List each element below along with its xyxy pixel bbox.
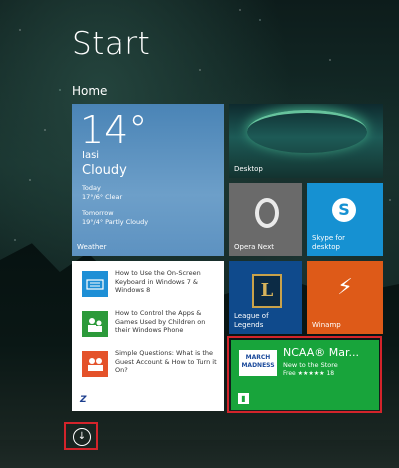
arrow-down-circle-icon: ↓ [73, 428, 91, 446]
winamp-icon: ⚡ [337, 275, 353, 300]
weather-condition: Cloudy [82, 163, 127, 178]
news-item-keyboard[interactable]: How to Use the On-Screen Keyboard in Win… [82, 269, 222, 305]
weather-temperature: 14° [80, 108, 148, 152]
news-item-text: Simple Questions: What is the Guest Acco… [115, 349, 217, 374]
lol-tile-label: League of Legends [234, 312, 269, 329]
all-apps-button[interactable]: ↓ [64, 422, 98, 450]
news-item-text: How to Control the Apps & Games Used by … [115, 309, 206, 334]
family-icon [82, 311, 108, 337]
store-icon: ▮ [238, 393, 249, 404]
news-brand-logo: Z [80, 395, 87, 405]
winamp-tile[interactable]: ⚡ Winamp [307, 261, 383, 334]
keyboard-icon [82, 271, 108, 297]
skype-tile-label: Skype for desktop [312, 234, 345, 251]
ncaa-title: NCAA® Mar... [283, 346, 359, 359]
ncaa-subtitle: New to the Store [283, 361, 338, 369]
weather-tile-label: Weather [77, 243, 107, 251]
league-of-legends-icon: L [252, 274, 282, 308]
ncaa-rating: Free ★★★★★ 18 [283, 370, 335, 377]
winamp-tile-label: Winamp [312, 321, 341, 329]
skype-icon: S [332, 198, 356, 222]
news-item-children-apps[interactable]: How to Control the Apps & Games Used by … [82, 309, 222, 345]
weather-tomorrow-label: Tomorrow [82, 209, 114, 217]
desktop-tile-label: Desktop [234, 165, 263, 173]
skype-tile[interactable]: S Skype for desktop [307, 183, 383, 256]
weather-today-label: Today [82, 184, 101, 192]
news-item-text: How to Use the On-Screen Keyboard in Win… [115, 269, 201, 294]
opera-next-tile[interactable]: Opera Next [229, 183, 302, 256]
ncaa-store-tile[interactable]: MARCH MADNESS NCAA® Mar... New to the St… [231, 340, 379, 410]
opera-tile-label: Opera Next [234, 243, 274, 251]
league-of-legends-tile[interactable]: L League of Legends [229, 261, 302, 334]
users-icon [82, 351, 108, 377]
page-title: Start [72, 26, 151, 62]
news-tile[interactable]: How to Use the On-Screen Keyboard in Win… [72, 261, 224, 411]
group-title-home[interactable]: Home [72, 84, 107, 98]
weather-tile[interactable]: 14° Iasi Cloudy Today 17°/6° Clear Tomor… [72, 104, 224, 256]
desktop-tile[interactable]: Desktop [229, 104, 383, 178]
weather-tomorrow-forecast: 19°/4° Partly Cloudy [82, 218, 149, 226]
ncaa-logo: MARCH MADNESS [239, 350, 277, 376]
aurora-image [247, 110, 367, 153]
opera-icon [255, 198, 279, 228]
weather-today-forecast: 17°/6° Clear [82, 193, 123, 201]
news-item-guest-account[interactable]: Simple Questions: What is the Guest Acco… [82, 349, 222, 385]
weather-city: Iasi [82, 150, 100, 161]
